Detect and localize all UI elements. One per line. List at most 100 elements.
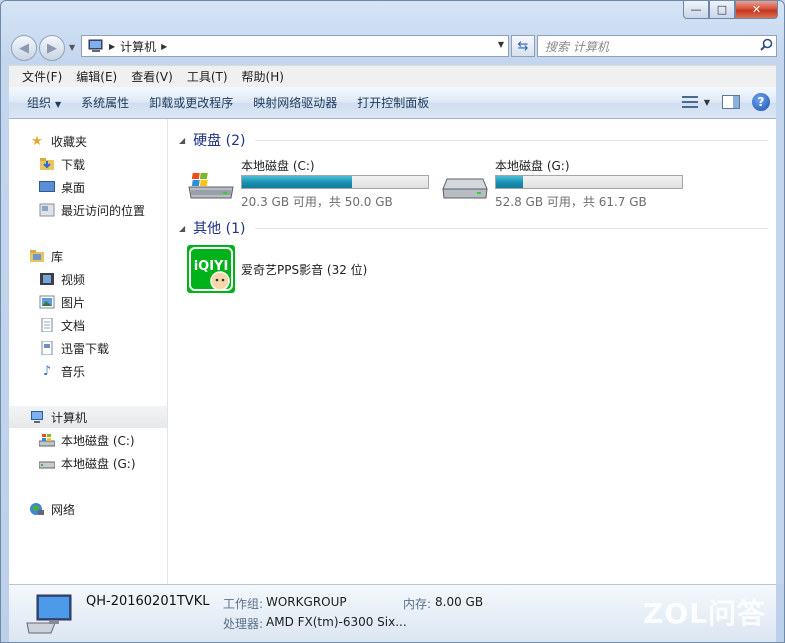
downloads-folder-icon [39,156,55,172]
sidebar-item-videos[interactable]: 视频 [9,268,167,290]
sidebar-item-label: 图片 [61,295,86,310]
sidebar-item-label: 最近访问的位置 [61,203,146,218]
window-caption-buttons: — □ ✕ [683,1,778,19]
memory-label: 内存: [403,597,432,611]
sidebar-item-label: 计算机 [51,410,88,425]
menu-tools[interactable]: 工具(T) [180,68,235,85]
search-box[interactable]: 搜索 计算机 [537,35,777,57]
change-view-icon[interactable] [681,95,698,109]
open-control-panel-button[interactable]: 打开控制面板 [349,94,441,111]
drive-usage-fill [496,176,523,188]
breadcrumb-arrow-icon[interactable]: ▶ [161,42,167,51]
drive-usage-fill [242,176,353,188]
memory-value: 8.00 GB [435,595,484,609]
logo-text: iQIYI [194,259,229,274]
sidebar-item-label: 库 [51,249,64,264]
sidebar-item-thunder-downloads[interactable]: 迅雷下载 [9,337,167,359]
recent-pages-dropdown[interactable]: ▼ [69,43,75,52]
organize-button[interactable]: 组织 ▼ [19,94,73,111]
computer-name: QH-20160201TVKL [86,594,210,609]
help-icon[interactable]: ? [752,93,770,111]
uninstall-program-button[interactable]: 卸载或更改程序 [141,94,245,111]
address-bar[interactable]: ▶ 计算机 ▶ ▼ [81,35,509,57]
command-bar: 组织 ▼ 系统属性 卸载或更改程序 映射网络驱动器 打开控制面板 ▼ ? [9,87,776,119]
refresh-button[interactable]: ⇆ [511,35,535,57]
sidebar-item-favorites[interactable]: ★ 收藏夹 [9,130,167,152]
content-area: ★ 收藏夹 下载 桌面 最近访问的位置 库 视频 图片 文档 迅雷下载 ♪ 音乐… [9,119,776,584]
sidebar-item-network[interactable]: 网络 [9,498,167,520]
group-header-hard-disks[interactable]: ◢ 硬盘 (2) [179,130,768,150]
sidebar-item-label: 收藏夹 [51,134,88,149]
search-input[interactable]: 搜索 计算机 [545,38,756,55]
app-name: 爱奇艺PPS影音 (32 位) [241,262,368,277]
explorer-window: — □ ✕ ◀ ▶ ▼ ▶ 计算机 ▶ ▼ ⇆ 搜索 计算机 文件(F) 编辑(… [0,0,785,643]
sidebar-item-label: 下载 [61,157,86,172]
refresh-icon: ⇆ [517,38,529,54]
collapse-triangle-icon[interactable]: ◢ [179,224,185,233]
menu-bar: 文件(F) 编辑(E) 查看(V) 工具(T) 帮助(H) [9,65,776,87]
sidebar-item-downloads[interactable]: 下载 [9,153,167,175]
app-tile-iqiyi-pps[interactable]: iQIYI 爱奇艺PPS影音 (32 位) [187,245,367,293]
cpu-value: AMD FX(tm)-6300 Six... [266,615,407,629]
system-properties-button[interactable]: 系统属性 [73,94,141,111]
group-divider [255,227,768,229]
menu-view[interactable]: 查看(V) [124,68,180,85]
cpu-label: 处理器: [223,617,264,631]
minimize-button[interactable]: — [683,1,709,19]
computer-icon [25,593,73,635]
group-divider [255,139,768,141]
music-note-icon: ♪ [42,363,52,379]
thunder-download-icon [39,340,55,356]
hard-drive-icon [39,455,55,471]
sidebar-item-label: 文档 [61,318,86,333]
collapse-triangle-icon[interactable]: ◢ [179,136,185,145]
menu-help[interactable]: 帮助(H) [235,68,291,85]
address-history-dropdown[interactable]: ▼ [498,40,504,49]
video-icon [39,271,55,287]
breadcrumb-computer[interactable]: 计算机 [120,38,156,55]
view-options-chevron-icon[interactable]: ▼ [704,98,710,107]
system-drive-icon [39,432,55,448]
group-title: 其他 (1) [193,221,246,237]
chevron-down-icon: ▼ [55,100,62,109]
menu-edit[interactable]: 编辑(E) [69,68,124,85]
file-list-pane: ◢ 硬盘 (2) 本地磁盘 (C:) 20.3 GB 可用，共 50.0 GB … [169,119,776,584]
drive-usage-bar [241,175,429,189]
sidebar-item-recent-places[interactable]: 最近访问的位置 [9,199,167,221]
sidebar-item-label: 视频 [61,272,86,287]
sidebar-item-drive-c[interactable]: 本地磁盘 (C:) [9,429,167,451]
sidebar-item-drive-g[interactable]: 本地磁盘 (G:) [9,452,167,474]
picture-icon [39,294,55,310]
drive-free-space: 52.8 GB 可用，共 61.7 GB [495,195,647,209]
breadcrumb-arrow-icon[interactable]: ▶ [109,42,115,51]
sidebar-item-label: 迅雷下载 [61,341,110,356]
forward-button[interactable]: ▶ [39,35,65,61]
document-icon [39,317,55,333]
sidebar-item-label: 桌面 [61,180,86,195]
maximize-button[interactable]: □ [709,1,735,19]
close-button[interactable]: ✕ [735,1,778,19]
recent-places-icon [39,202,55,218]
sidebar-item-libraries[interactable]: 库 [9,245,167,267]
sidebar-item-pictures[interactable]: 图片 [9,291,167,313]
drive-tile-c[interactable]: 本地磁盘 (C:) 20.3 GB 可用，共 50.0 GB [187,157,437,213]
menu-file[interactable]: 文件(F) [15,68,69,85]
iqiyi-logo-icon: iQIYI [187,245,235,293]
sidebar-item-documents[interactable]: 文档 [9,314,167,336]
workgroup-label: 工作组: [223,597,264,611]
library-folder-icon [29,248,45,264]
computer-icon [29,409,45,425]
drive-usage-bar [495,175,683,189]
preview-pane-icon[interactable] [722,95,740,109]
window-right-border [776,119,784,584]
group-title: 硬盘 (2) [193,133,246,149]
group-header-other[interactable]: ◢ 其他 (1) [179,218,768,238]
sidebar-item-desktop[interactable]: 桌面 [9,176,167,198]
map-network-drive-button[interactable]: 映射网络驱动器 [245,94,349,111]
drive-tile-g[interactable]: 本地磁盘 (G:) 52.8 GB 可用，共 61.7 GB [441,157,691,213]
sidebar-item-music[interactable]: ♪ 音乐 [9,360,167,382]
sidebar-item-computer[interactable]: 计算机 [9,406,167,428]
back-button[interactable]: ◀ [11,35,37,61]
hard-drive-icon [441,171,489,201]
search-icon[interactable] [756,38,776,54]
